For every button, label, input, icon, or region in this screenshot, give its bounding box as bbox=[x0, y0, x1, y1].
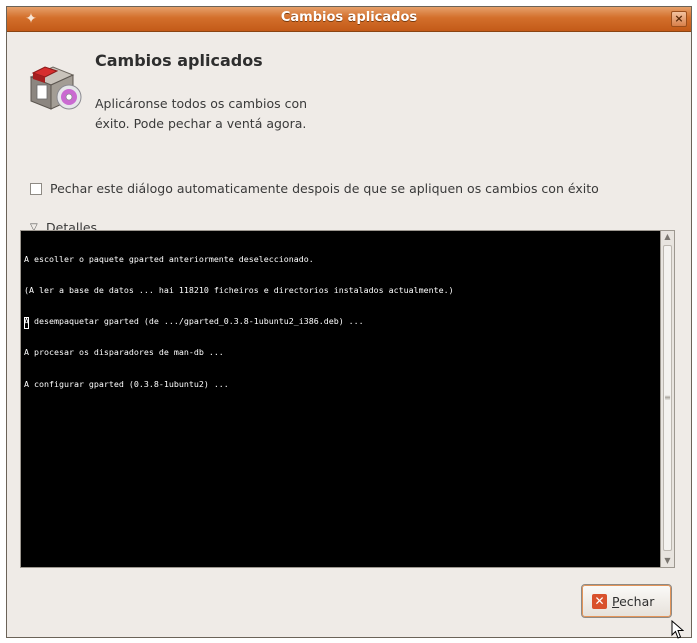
scroll-down-icon[interactable]: ▼ bbox=[661, 555, 674, 567]
mouse-pointer-icon bbox=[671, 620, 684, 639]
auto-close-checkbox[interactable] bbox=[30, 183, 42, 195]
terminal-line: (A ler a base de datos ... hai 118210 fi… bbox=[24, 285, 454, 296]
title-bar[interactable]: ✦ Cambios aplicados × bbox=[7, 7, 691, 32]
window-title: Cambios aplicados bbox=[280, 10, 418, 25]
close-button-label: Pechar bbox=[612, 594, 654, 609]
terminal-cursor bbox=[24, 317, 29, 329]
dialog-heading: Cambios aplicados bbox=[95, 51, 263, 70]
dialog-message: Aplicáronse todos os cambios con éxito. … bbox=[95, 96, 308, 131]
auto-close-label[interactable]: Pechar este diálogo automaticamente desp… bbox=[50, 181, 599, 196]
close-button[interactable]: ✕ Pechar bbox=[581, 584, 672, 618]
package-manager-icon bbox=[29, 66, 82, 110]
terminal-line: A escoller o paquete gparted anteriormen… bbox=[24, 253, 314, 264]
close-icon: ✕ bbox=[592, 594, 607, 609]
close-button-label-rest: echar bbox=[619, 594, 655, 609]
scroll-thumb[interactable]: ≡ bbox=[663, 245, 672, 551]
terminal-line: A configurar gparted (0.3.8-1ubuntu2) ..… bbox=[24, 378, 229, 389]
close-window-icon[interactable]: × bbox=[671, 11, 687, 27]
terminal-output: A escoller o paquete gparted anteriormen… bbox=[24, 233, 656, 410]
details-terminal[interactable]: A escoller o paquete gparted anteriormen… bbox=[20, 230, 661, 568]
terminal-line: A procesar os disparadores de man-db ... bbox=[24, 347, 224, 358]
terminal-scrollbar[interactable]: ▲ ≡ ▼ bbox=[661, 230, 675, 568]
grip-icon: ≡ bbox=[664, 393, 671, 402]
scroll-up-icon[interactable]: ▲ bbox=[661, 231, 674, 243]
terminal-line: A desempaquetar gparted (de .../gparted_… bbox=[24, 316, 364, 327]
